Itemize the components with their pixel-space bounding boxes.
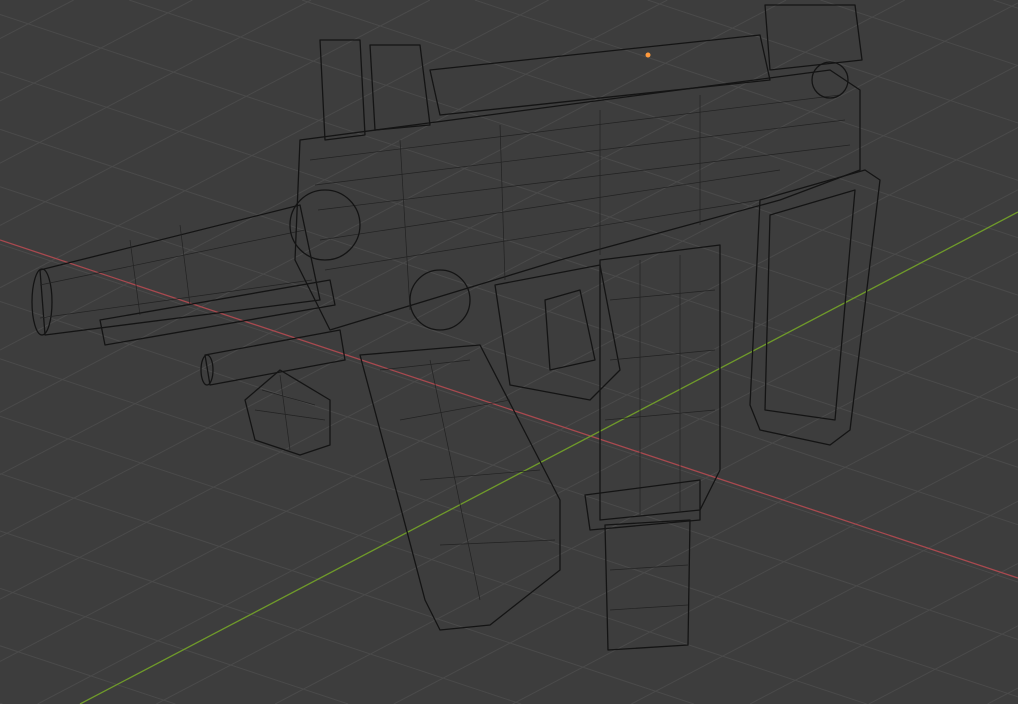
grid-line xyxy=(128,0,1018,296)
grid-line xyxy=(0,243,1018,583)
grid-line xyxy=(474,0,1018,181)
grid-line xyxy=(868,625,1018,704)
receiver xyxy=(289,4,863,331)
foregrip xyxy=(244,369,331,456)
magazine xyxy=(359,344,561,631)
grid-line xyxy=(0,71,1018,411)
grid-line xyxy=(393,376,1018,704)
grid-line xyxy=(0,0,193,102)
grid-line xyxy=(987,687,1018,704)
x-axis-line xyxy=(0,239,1018,579)
3d-viewport[interactable] xyxy=(0,0,1018,704)
grid-line xyxy=(0,415,867,704)
grid-line xyxy=(993,0,1018,9)
grid-line xyxy=(820,0,1018,67)
grid-line xyxy=(0,186,1018,526)
trigger-guard xyxy=(494,264,621,401)
grid-line xyxy=(0,0,74,40)
pistol-grip xyxy=(584,244,721,651)
grid-line xyxy=(0,0,549,289)
grid-line xyxy=(156,251,1018,704)
viewport-canvas[interactable] xyxy=(0,0,1018,704)
grid-line xyxy=(301,0,1018,239)
grid-line xyxy=(0,0,431,226)
gun-wireframe-mesh[interactable] xyxy=(31,4,881,651)
grid-line xyxy=(0,0,312,164)
grid-line xyxy=(0,587,349,704)
grid-line xyxy=(0,645,176,704)
grid-line xyxy=(0,0,787,413)
barrel xyxy=(31,204,346,386)
folding-stock xyxy=(749,169,881,446)
floor-grid xyxy=(0,0,1018,704)
grid-line xyxy=(0,300,1018,640)
grid-line xyxy=(749,563,1018,704)
y-axis-line xyxy=(79,211,1018,704)
grid-line xyxy=(37,189,1018,704)
grid-line xyxy=(512,438,1018,704)
grid-line xyxy=(647,0,1018,124)
object-origin xyxy=(645,52,651,58)
